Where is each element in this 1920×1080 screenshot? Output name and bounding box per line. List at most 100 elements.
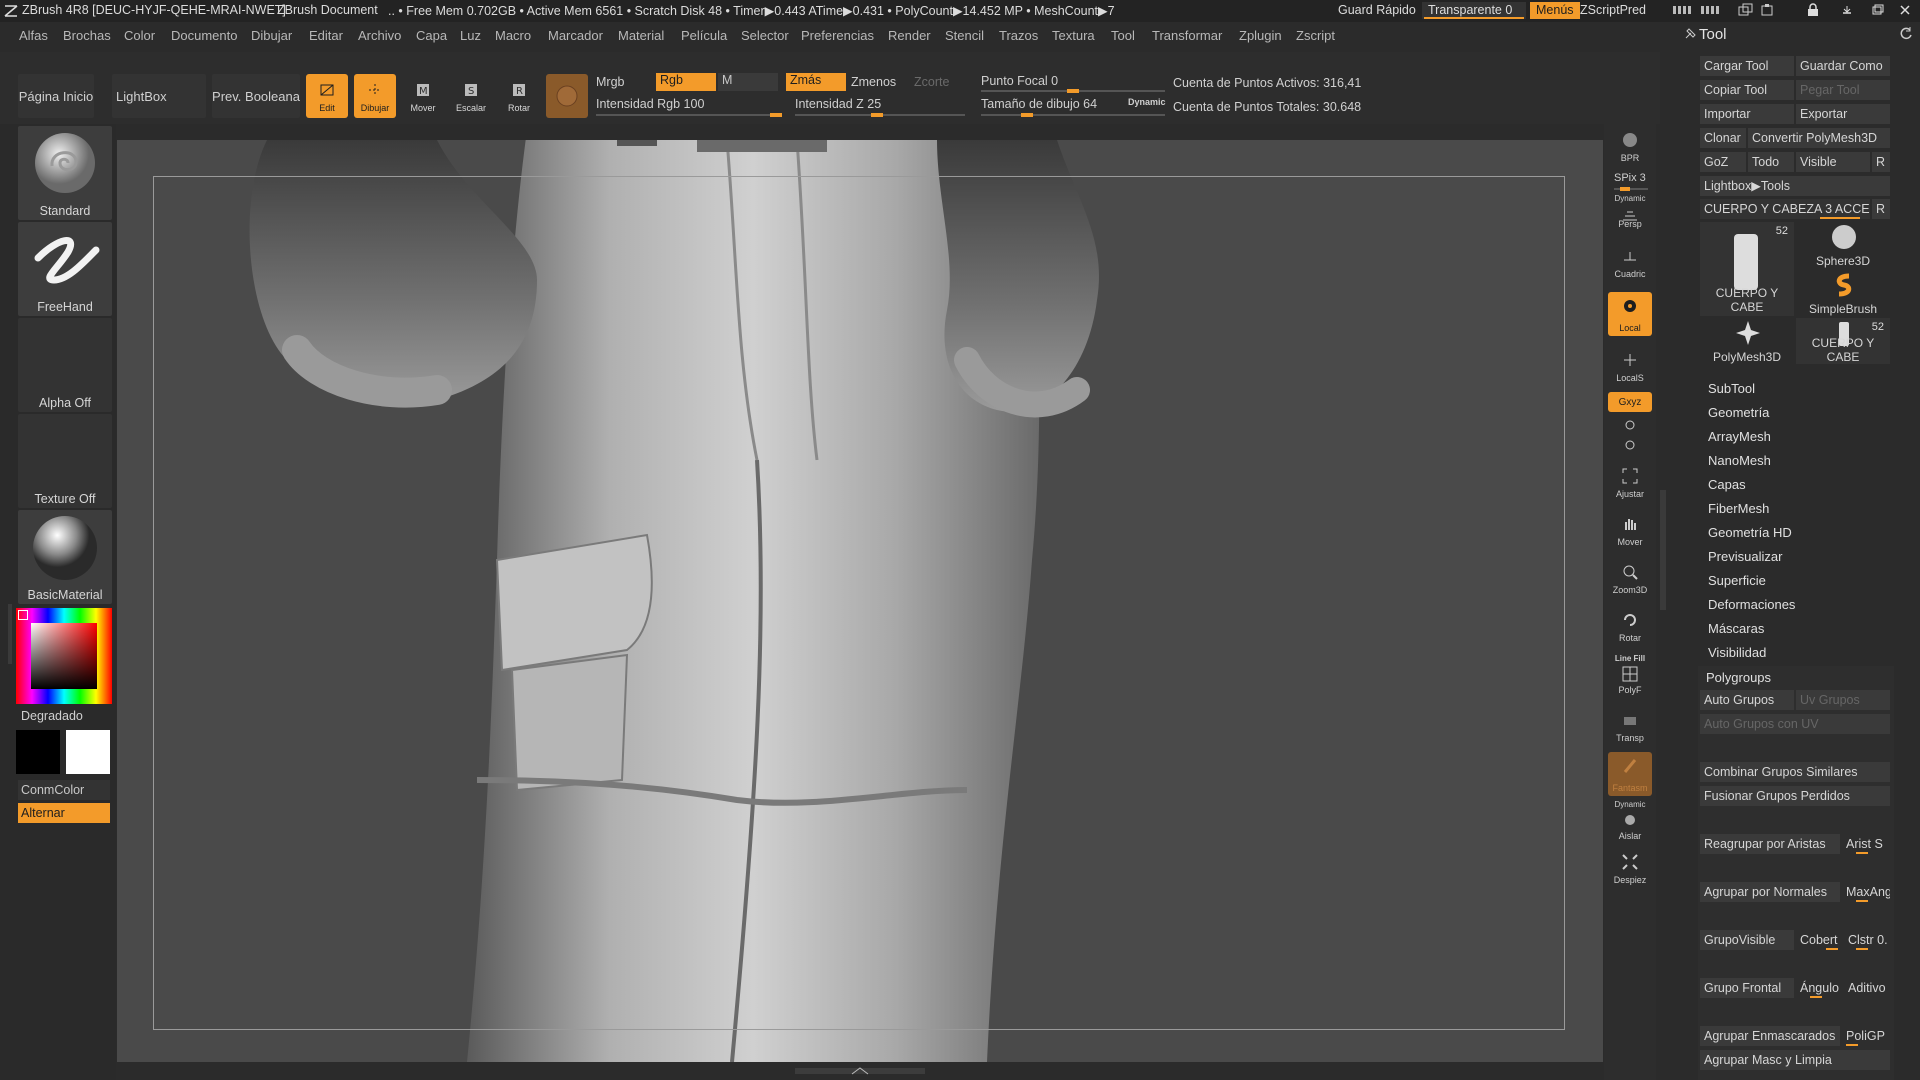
menu-draw[interactable]: Dibujar (251, 28, 292, 43)
menu-zscript[interactable]: Zscript (1296, 28, 1335, 43)
goz-visible-button[interactable]: Visible (1796, 152, 1870, 172)
lightbox-tools-button[interactable]: Lightbox▶Tools (1700, 176, 1890, 196)
maxang-slider[interactable]: MaxAng (1842, 882, 1890, 902)
focal-shift-slider[interactable] (981, 89, 1165, 93)
menu-tool[interactable]: Tool (1111, 28, 1135, 43)
auto-groups-button[interactable]: Auto Grupos (1700, 690, 1794, 710)
menu-file[interactable]: Archivo (358, 28, 401, 43)
secondary-color-swatch[interactable] (66, 730, 110, 774)
transparency-slider[interactable]: Transparente 0 (1422, 2, 1526, 19)
edit-mode-button[interactable]: Edit (306, 74, 348, 118)
polyframe-button[interactable]: Line Fill PolyF (1608, 654, 1652, 698)
zoom-view-button[interactable]: Zoom3D (1608, 558, 1652, 598)
menu-transform[interactable]: Transformar (1152, 28, 1222, 43)
gradient-toggle[interactable]: Degradado (21, 709, 83, 723)
menu-light[interactable]: Luz (460, 28, 481, 43)
save-as-button[interactable]: Guardar Como (1796, 56, 1890, 76)
merge-similar-groups-button[interactable]: Combinar Grupos Similares (1700, 762, 1890, 782)
layout-left-icon[interactable] (1672, 4, 1694, 16)
copy-tool-button[interactable]: Copiar Tool (1700, 80, 1794, 100)
switch-color-button[interactable]: ConmColor (18, 780, 110, 800)
xyz-rotation-button[interactable]: Gxyz (1608, 392, 1652, 412)
menu-color[interactable]: Color (124, 28, 155, 43)
menu-movie[interactable]: Película (681, 28, 727, 43)
brush-standard-tile[interactable]: Standard (18, 126, 112, 220)
spix-slider[interactable] (1614, 187, 1648, 191)
export-button[interactable]: Exportar (1796, 104, 1890, 124)
section-geometry[interactable]: Geometría (1708, 405, 1769, 420)
move-view-button[interactable]: Mover (1608, 510, 1652, 550)
menu-picker[interactable]: Selector (741, 28, 789, 43)
move-mode-button[interactable]: M Mover (402, 74, 444, 118)
rgb-intensity-slider[interactable] (596, 113, 782, 117)
section-nanomesh[interactable]: NanoMesh (1708, 453, 1771, 468)
main-color-swatch[interactable] (16, 730, 60, 774)
poligp-slider[interactable]: PoliGP (1842, 1026, 1890, 1046)
rgb-toggle[interactable]: Rgb (656, 73, 716, 91)
mrgb-toggle[interactable]: Mrgb (596, 75, 624, 89)
minimize-icon[interactable] (1840, 3, 1854, 17)
transparency-button[interactable]: Transp (1608, 706, 1652, 746)
group-by-normals-button[interactable]: Agrupar por Normales (1700, 882, 1840, 902)
menu-material[interactable]: Material (618, 28, 664, 43)
right-tray-scroll-handle[interactable] (1660, 490, 1666, 610)
clone-button[interactable]: Clonar (1700, 128, 1746, 148)
section-arraymesh[interactable]: ArrayMesh (1708, 429, 1771, 444)
menu-macro[interactable]: Macro (495, 28, 531, 43)
m-toggle[interactable]: M (718, 73, 778, 91)
menu-stroke[interactable]: Trazos (999, 28, 1038, 43)
local-symmetry-s-button[interactable]: LocalS (1608, 346, 1652, 386)
section-surface[interactable]: Superficie (1708, 573, 1766, 588)
pin-icon[interactable] (1683, 25, 1699, 41)
make-polymesh-button[interactable]: Convertir PolyMesh3D (1748, 128, 1890, 148)
section-subtool[interactable]: SubTool (1708, 381, 1755, 396)
scale-mode-button[interactable]: S Escalar (450, 74, 492, 118)
lock-icon[interactable] (1806, 3, 1820, 17)
group-front-button[interactable]: Grupo Frontal (1700, 978, 1794, 998)
rotate-view-button[interactable]: Rotar (1608, 606, 1652, 646)
current-tool-r-button[interactable]: R (1872, 199, 1890, 219)
menu-brushes[interactable]: Brochas (63, 28, 111, 43)
xpose-button[interactable]: Despiez (1608, 848, 1652, 888)
section-polygroups[interactable]: Polygroups (1706, 670, 1771, 685)
alternate-button[interactable]: Alternar (18, 803, 110, 823)
tool-thumb-body-1[interactable]: 52 CUERPO Y CABE (1700, 222, 1794, 316)
rotate-mode-button[interactable]: R Rotar (498, 74, 540, 118)
menu-texture[interactable]: Textura (1052, 28, 1095, 43)
section-masking[interactable]: Máscaras (1708, 621, 1764, 636)
bottom-tray-handle[interactable] (795, 1067, 925, 1075)
viewport-scroll-handle[interactable] (617, 140, 657, 146)
menu-stencil[interactable]: Stencil (945, 28, 984, 43)
goz-all-button[interactable]: Todo (1748, 152, 1794, 172)
rotate-y-icon[interactable] (1622, 418, 1638, 432)
bpr-button[interactable]: BPR (1608, 126, 1652, 166)
perspective-button[interactable]: Dynamic Persp (1608, 194, 1652, 232)
zadd-toggle[interactable]: Zmás (786, 73, 846, 91)
merge-stray-groups-button[interactable]: Fusionar Grupos Perdidos (1700, 786, 1890, 806)
load-tool-button[interactable]: Cargar Tool (1700, 56, 1794, 76)
uv-groups-button[interactable]: Uv Grupos (1796, 690, 1890, 710)
section-geometry-hd[interactable]: Geometría HD (1708, 525, 1792, 540)
dynamic-size-toggle[interactable]: Dynamic (1128, 97, 1166, 107)
alpha-tile[interactable]: Alpha Off (18, 318, 112, 412)
saturation-square[interactable] (31, 623, 97, 689)
goz-button[interactable]: GoZ (1700, 152, 1746, 172)
tool-thumb-body-2[interactable]: 52 CUERPO Y CABE (1796, 318, 1890, 364)
refresh-icon[interactable] (1898, 26, 1914, 42)
section-fibermesh[interactable]: FiberMesh (1708, 501, 1769, 516)
menu-render[interactable]: Render (888, 28, 931, 43)
floor-button[interactable]: Cuadric (1608, 242, 1652, 282)
draw-size-slider[interactable] (981, 113, 1165, 117)
menu-edit[interactable]: Editar (309, 28, 343, 43)
menu-layer[interactable]: Capa (416, 28, 447, 43)
coverage-slider[interactable]: Cobert (1796, 930, 1842, 950)
rotate-z-icon[interactable] (1622, 438, 1638, 452)
clustr-slider[interactable]: Clstr 0. (1844, 930, 1890, 950)
spix-label[interactable]: SPix 3 (1614, 172, 1646, 184)
tool-thumb-polymesh3d[interactable]: PolyMesh3D (1700, 318, 1794, 364)
import-button[interactable]: Importar (1700, 104, 1794, 124)
menu-alphas[interactable]: Alfas (19, 28, 48, 43)
canvas-viewport[interactable] (117, 140, 1603, 1062)
section-deformation[interactable]: Deformaciones (1708, 597, 1795, 612)
material-tile[interactable]: BasicMaterial (18, 510, 112, 604)
